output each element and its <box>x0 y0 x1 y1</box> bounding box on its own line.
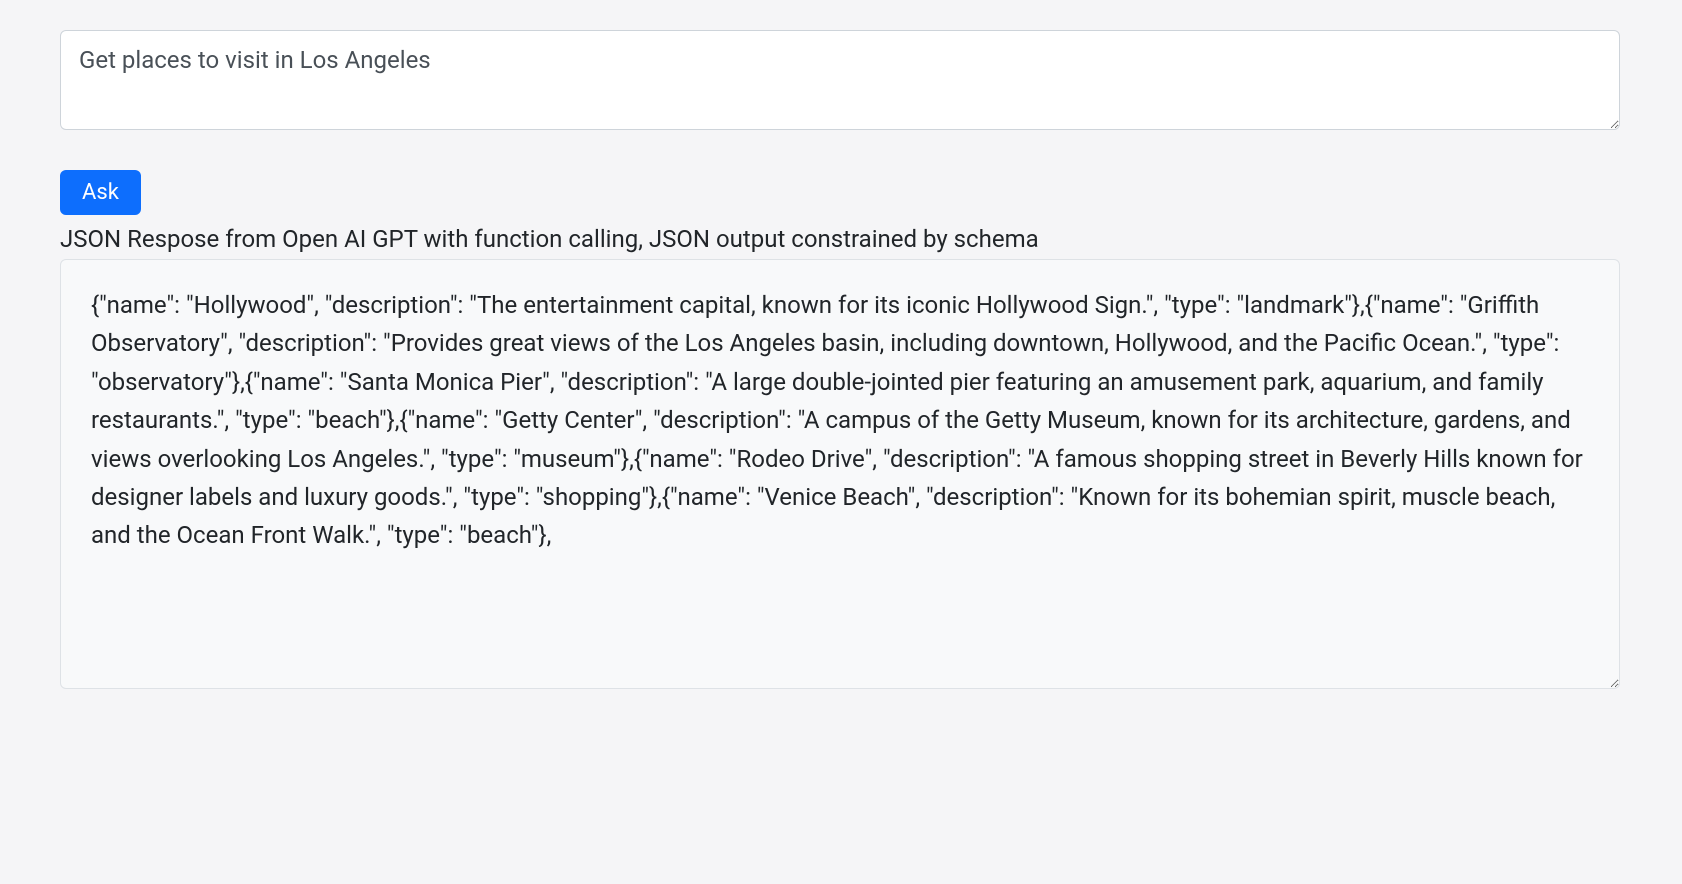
response-label: JSON Respose from Open AI GPT with funct… <box>60 225 1620 253</box>
query-input[interactable] <box>60 30 1620 130</box>
main-container: Ask JSON Respose from Open AI GPT with f… <box>60 30 1620 693</box>
ask-button[interactable]: Ask <box>60 170 141 215</box>
response-output[interactable] <box>60 259 1620 689</box>
